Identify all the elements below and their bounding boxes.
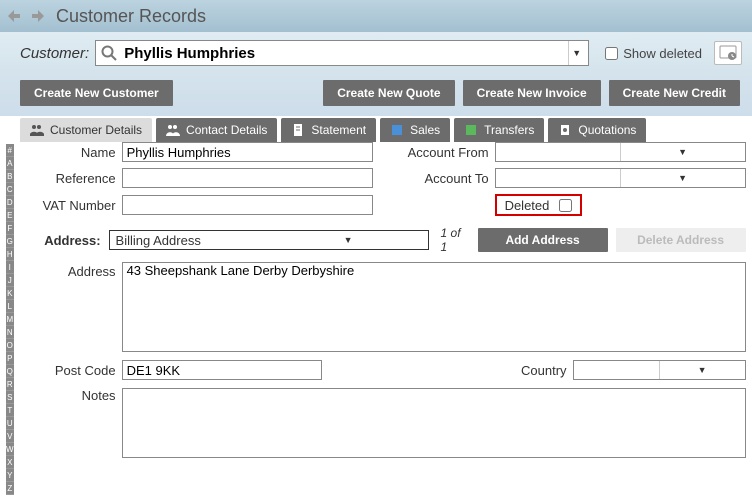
- name-label: Name: [26, 145, 116, 160]
- create-credit-button[interactable]: Create New Credit: [609, 80, 740, 106]
- alpha-L[interactable]: L: [6, 300, 14, 313]
- nav-forward-icon[interactable]: [26, 6, 46, 26]
- name-input[interactable]: [122, 142, 373, 162]
- history-icon[interactable]: [714, 41, 742, 65]
- chevron-down-icon[interactable]: ▼: [620, 143, 745, 161]
- postcode-label: Post Code: [26, 363, 116, 378]
- action-buttons-row: Create New Customer Create New Quote Cre…: [0, 74, 752, 116]
- alpha-N[interactable]: N: [6, 326, 14, 339]
- alpha-#[interactable]: #: [6, 144, 14, 157]
- show-deleted-toggle[interactable]: Show deleted: [601, 44, 702, 63]
- vat-input[interactable]: [122, 195, 373, 215]
- address-label: Address: [26, 262, 116, 352]
- alpha-M[interactable]: M: [6, 313, 14, 326]
- alpha-A[interactable]: A: [6, 157, 14, 170]
- page-title: Customer Records: [56, 6, 206, 27]
- alpha-K[interactable]: K: [6, 287, 14, 300]
- alpha-I[interactable]: I: [6, 261, 14, 274]
- show-deleted-label: Show deleted: [623, 46, 702, 61]
- deleted-label: Deleted: [505, 198, 550, 213]
- customer-search-dropdown[interactable]: ▼: [568, 41, 584, 65]
- alpha-index[interactable]: #ABCDEFGHIJKLMNOPQRSTUVWXYZ: [6, 144, 14, 502]
- alpha-O[interactable]: O: [6, 339, 14, 352]
- delete-address-button: Delete Address: [616, 228, 746, 252]
- vat-label: VAT Number: [26, 198, 116, 213]
- nav-back-icon[interactable]: [6, 6, 26, 26]
- alpha-Y[interactable]: Y: [6, 469, 14, 482]
- alpha-U[interactable]: U: [6, 417, 14, 430]
- alpha-C[interactable]: C: [6, 183, 14, 196]
- customer-search-row: Customer: ▼ Show deleted: [0, 32, 752, 74]
- deleted-checkbox[interactable]: [559, 199, 572, 212]
- notes-input[interactable]: [122, 388, 746, 458]
- alpha-H[interactable]: H: [6, 248, 14, 261]
- alpha-S[interactable]: S: [6, 391, 14, 404]
- notes-label: Notes: [26, 388, 116, 458]
- account-to-select[interactable]: ▼: [495, 168, 746, 188]
- alpha-W[interactable]: W: [6, 443, 14, 456]
- address-count: 1 of 1: [441, 226, 466, 254]
- create-quote-button[interactable]: Create New Quote: [323, 80, 454, 106]
- customer-form: Name Account From ▼ Reference Account To…: [14, 134, 752, 502]
- show-deleted-checkbox[interactable]: [605, 47, 618, 60]
- create-invoice-button[interactable]: Create New Invoice: [463, 80, 601, 106]
- deleted-highlight: Deleted: [495, 194, 583, 216]
- alpha-F[interactable]: F: [6, 222, 14, 235]
- account-to-label: Account To: [379, 171, 489, 186]
- reference-label: Reference: [26, 171, 116, 186]
- add-address-button[interactable]: Add Address: [478, 228, 608, 252]
- address-heading: Address:: [26, 233, 101, 248]
- alpha-J[interactable]: J: [6, 274, 14, 287]
- customer-search-input[interactable]: [122, 41, 568, 65]
- chevron-down-icon[interactable]: ▼: [620, 169, 745, 187]
- country-label: Country: [507, 363, 567, 378]
- country-select[interactable]: ▼: [573, 360, 746, 380]
- window-header: Customer Records: [0, 0, 752, 32]
- postcode-input[interactable]: [122, 360, 322, 380]
- chevron-down-icon[interactable]: ▼: [659, 361, 745, 379]
- alpha-D[interactable]: D: [6, 196, 14, 209]
- alpha-T[interactable]: T: [6, 404, 14, 417]
- search-icon: [100, 44, 118, 62]
- alpha-P[interactable]: P: [6, 352, 14, 365]
- account-from-label: Account From: [379, 145, 489, 160]
- customer-search-box[interactable]: ▼: [95, 40, 589, 66]
- alpha-G[interactable]: G: [6, 235, 14, 248]
- alpha-Z[interactable]: Z: [6, 482, 14, 495]
- alpha-Q[interactable]: Q: [6, 365, 14, 378]
- address-type-select[interactable]: Billing Address ▼: [109, 230, 429, 250]
- address-type-value: Billing Address: [110, 233, 269, 248]
- chevron-down-icon[interactable]: ▼: [269, 235, 428, 245]
- customer-label: Customer:: [20, 45, 89, 62]
- account-from-select[interactable]: ▼: [495, 142, 746, 162]
- create-customer-button[interactable]: Create New Customer: [20, 80, 173, 106]
- alpha-X[interactable]: X: [6, 456, 14, 469]
- alpha-R[interactable]: R: [6, 378, 14, 391]
- reference-input[interactable]: [122, 168, 373, 188]
- alpha-E[interactable]: E: [6, 209, 14, 222]
- alpha-B[interactable]: B: [6, 170, 14, 183]
- address-input[interactable]: [122, 262, 746, 352]
- alpha-V[interactable]: V: [6, 430, 14, 443]
